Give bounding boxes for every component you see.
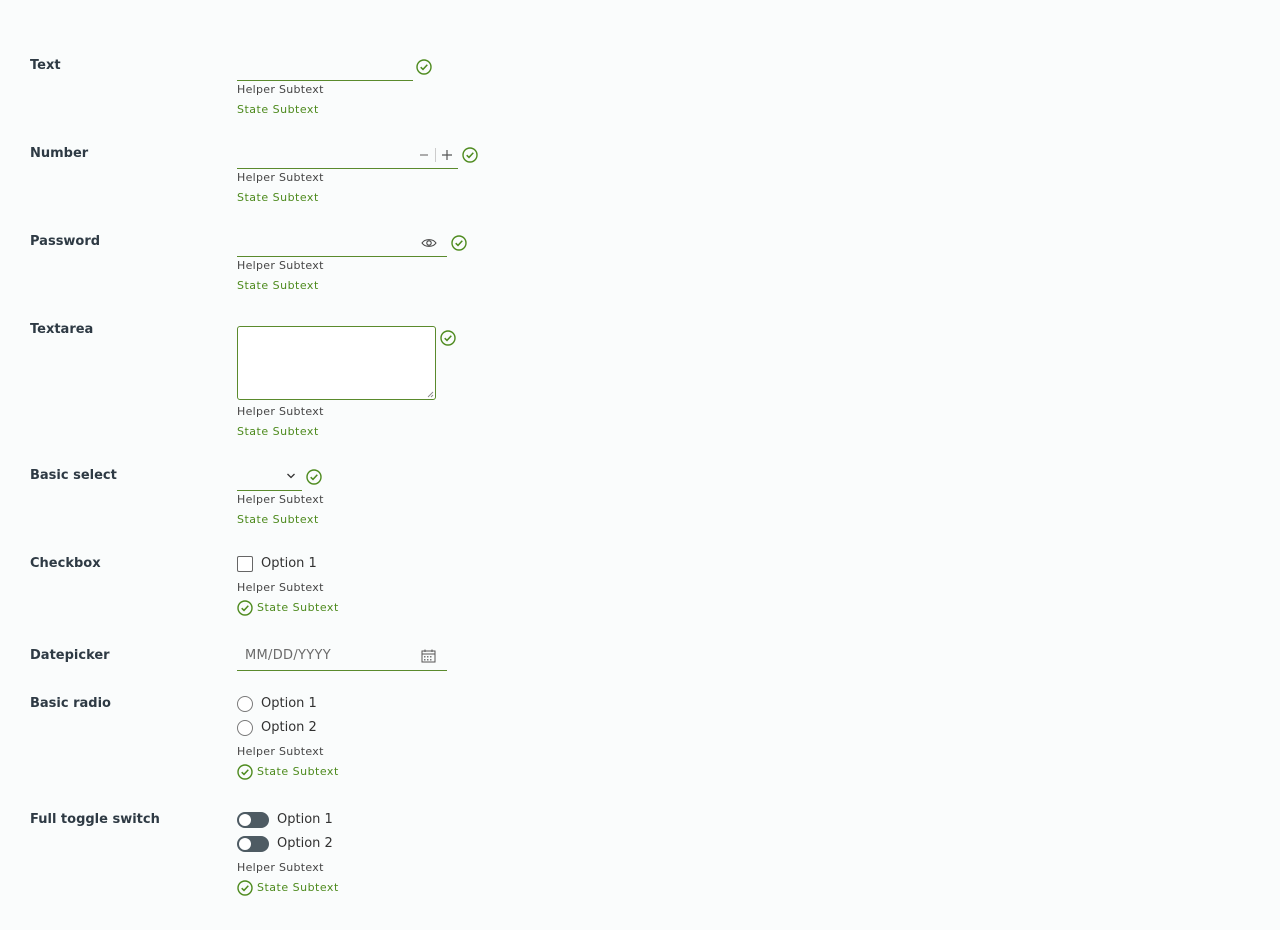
chevron-down-icon[interactable] [286, 472, 296, 480]
helper-text: Helper Subtext [237, 171, 324, 184]
state-message: State Subtext [237, 764, 339, 780]
success-check-icon [440, 330, 456, 346]
plus-icon[interactable] [441, 149, 453, 161]
password-field-control [237, 234, 487, 257]
number-field-control [237, 146, 497, 169]
state-text: State Subtext [237, 513, 319, 526]
toggle-option-label: Option 1 [277, 812, 333, 827]
date-placeholder: MM/DD/YYYY [245, 648, 331, 663]
success-check-icon [237, 880, 253, 896]
text-field-label: Text [30, 58, 61, 73]
toggle-field-label: Full toggle switch [30, 812, 160, 827]
state-text: State Subtext [237, 191, 319, 204]
state-text: State Subtext [257, 601, 339, 614]
datepicker-field-label: Datepicker [30, 648, 110, 663]
state-text: State Subtext [237, 279, 319, 292]
helper-text: Helper Subtext [237, 861, 324, 874]
state-text: State Subtext [257, 765, 339, 778]
radio-group: Option 1 Option 2 [237, 696, 357, 738]
state-message: State Subtext [237, 880, 339, 896]
state-text: State Subtext [257, 881, 339, 894]
state-text: State Subtext [237, 425, 319, 438]
toggle-knob [239, 814, 251, 826]
stepper-divider [435, 148, 436, 162]
helper-text: Helper Subtext [237, 83, 324, 96]
eye-icon[interactable] [421, 237, 437, 249]
select-field-control [237, 468, 337, 491]
helper-text: Helper Subtext [237, 259, 324, 272]
datepicker-control: MM/DD/YYYY [237, 648, 457, 671]
success-check-icon [237, 764, 253, 780]
text-input[interactable] [237, 58, 413, 81]
password-field-label: Password [30, 234, 101, 249]
textarea-field-label: Textarea [30, 322, 94, 337]
toggle-knob [239, 838, 251, 850]
text-field-control [237, 58, 477, 81]
textarea-field-control [237, 326, 467, 400]
helper-text: Helper Subtext [237, 581, 324, 594]
resize-handle-icon[interactable] [427, 391, 434, 398]
number-field-label: Number [30, 146, 89, 161]
helper-text: Helper Subtext [237, 405, 324, 418]
radio-option-label: Option 2 [261, 720, 317, 735]
success-check-icon [416, 59, 432, 75]
minus-icon[interactable] [419, 150, 429, 160]
checkbox-option-label: Option 1 [261, 556, 317, 571]
toggle-group: Option 1 Option 2 [237, 812, 377, 854]
date-input[interactable]: MM/DD/YYYY [237, 648, 447, 671]
radio-option-1[interactable] [237, 696, 253, 712]
helper-text: Helper Subtext [237, 493, 324, 506]
state-message: State Subtext [237, 600, 339, 616]
state-text: State Subtext [237, 103, 319, 116]
success-check-icon [451, 235, 467, 251]
password-input[interactable] [237, 234, 447, 257]
success-check-icon [462, 147, 478, 163]
success-check-icon [306, 469, 322, 485]
radio-option-2[interactable] [237, 720, 253, 736]
calendar-icon[interactable] [421, 649, 436, 663]
toggle-switch-1[interactable] [237, 812, 269, 828]
checkbox-field-label: Checkbox [30, 556, 101, 571]
radio-field-label: Basic radio [30, 696, 111, 711]
success-check-icon [237, 600, 253, 616]
checkbox-option-1[interactable] [237, 556, 253, 572]
toggle-option-label: Option 2 [277, 836, 333, 851]
helper-text: Helper Subtext [237, 745, 324, 758]
radio-option-label: Option 1 [261, 696, 317, 711]
toggle-switch-2[interactable] [237, 836, 269, 852]
select-field-label: Basic select [30, 468, 117, 483]
textarea-input[interactable] [237, 326, 436, 400]
checkbox-group: Option 1 [237, 556, 357, 574]
